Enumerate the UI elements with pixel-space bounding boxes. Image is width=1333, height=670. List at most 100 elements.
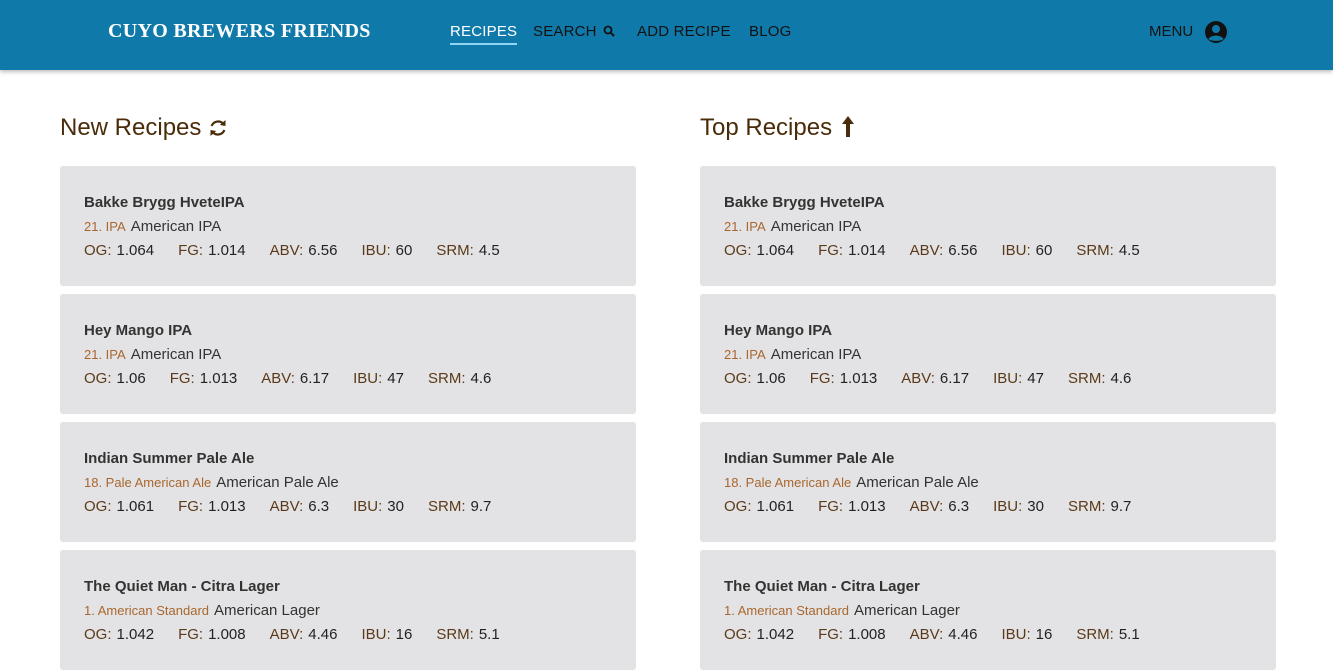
stat-value-fg: 1.014 (848, 242, 886, 259)
stat-fg: FG: 1.008 (818, 626, 886, 643)
stat-value-ibu: 16 (395, 626, 413, 643)
recipe-name[interactable]: The Quiet Man - Citra Lager (724, 578, 920, 595)
stat-value-og: 1.061 (116, 498, 155, 515)
style-code: 18. Pale American Ale (724, 475, 852, 490)
recipe-name[interactable]: Bakke Brygg HveteIPA (724, 194, 885, 211)
stat-value-ibu: 60 (395, 242, 413, 259)
stat-label-og: OG: (724, 626, 752, 643)
stat-label-srm: SRM: (427, 498, 466, 515)
stat-og: OG: 1.064 (84, 242, 154, 259)
stat-label-abv: ABV: (909, 626, 944, 643)
stat-label-ibu: IBU: (993, 498, 1023, 515)
stat-label-og: OG: (84, 498, 112, 515)
stat-value-fg: 1.013 (839, 370, 878, 387)
recipe-name[interactable]: Indian Summer Pale Ale (724, 450, 894, 467)
stat-label-og: OG: (84, 242, 112, 259)
stat-fg: FG: 1.014 (818, 242, 886, 259)
recipe-name[interactable]: Hey Mango IPA (84, 322, 192, 339)
refresh-icon[interactable] (207, 117, 229, 139)
stat-label-fg: FG: (178, 626, 204, 643)
menu-button[interactable]: MENU (1149, 23, 1193, 40)
brand-logo-link[interactable]: CUYO BREWERS FRIENDS (108, 20, 371, 43)
stat-abv: ABV: 6.3 (910, 498, 970, 515)
recipe-name[interactable]: Hey Mango IPA (724, 322, 832, 339)
stat-abv: ABV: 4.46 (910, 626, 978, 643)
recipe-style-line: 21. IPA American IPA (724, 218, 861, 235)
stat-value-abv: 4.46 (948, 626, 978, 643)
new-recipe-card[interactable]: Indian Summer Pale Ale 18. Pale American … (60, 422, 636, 542)
stat-abv: ABV: 6.56 (910, 242, 978, 259)
nav-recipes-link[interactable]: RECIPES (450, 23, 518, 45)
nav-add-recipe-link[interactable]: ADD RECIPE (637, 23, 731, 40)
stat-value-fg: 1.013 (208, 498, 246, 515)
user-avatar-icon[interactable] (1204, 20, 1228, 44)
stat-label-abv: ABV: (909, 242, 944, 259)
recipe-stats: OG: 1.042 FG: 1.008 ABV: 4.46 IBU: 16 SRM: 5.1 (84, 626, 524, 643)
stat-fg: FG: 1.013 (178, 498, 246, 515)
stat-fg: FG: 1.008 (178, 626, 246, 643)
recipe-stats: OG: 1.061 FG: 1.013 ABV: 6.3 IBU: 30 SRM: 9.7 (724, 498, 1155, 515)
style-name: American IPA (770, 218, 862, 235)
new-recipe-card[interactable]: Hey Mango IPA 21. IPA American IPA OG: 1.06 F… (60, 294, 636, 414)
stat-label-abv: ABV: (909, 498, 944, 515)
stat-srm: SRM: 9.7 (1068, 498, 1131, 515)
stat-value-ibu: 47 (387, 370, 404, 387)
recipe-stats: OG: 1.06 FG: 1.013 ABV: 6.17 IBU: 47 SRM: 4.6 (84, 370, 515, 387)
recipe-stats: OG: 1.064 FG: 1.014 ABV: 6.56 IBU: 60 SRM: 4.5 (724, 242, 1164, 259)
new-recipes-title: New Recipes (60, 114, 202, 141)
top-recipe-card[interactable]: Hey Mango IPA 21. IPA American IPA OG: 1.06 F… (700, 294, 1276, 414)
stat-srm: SRM: 9.7 (428, 498, 491, 515)
stat-value-og: 1.064 (756, 242, 795, 259)
search-icon (603, 25, 615, 37)
stat-og: OG: 1.06 (724, 370, 786, 387)
recipe-name[interactable]: The Quiet Man - Citra Lager (84, 578, 280, 595)
recipe-name[interactable]: Bakke Brygg HveteIPA (84, 194, 245, 211)
recipe-style-line: 1. American Standard American Lager (724, 602, 960, 619)
stat-label-ibu: IBU: (993, 370, 1023, 387)
top-recipe-card[interactable]: Bakke Brygg HveteIPA 21. IPA American IPA O… (700, 166, 1276, 286)
stat-value-ibu: 30 (1027, 498, 1044, 515)
recipe-style-line: 18. Pale American Ale American Pale Ale (84, 474, 339, 491)
style-name: American Lager (214, 602, 320, 619)
style-code: 1. American Standard (724, 603, 850, 618)
style-code: 21. IPA (724, 219, 766, 234)
top-recipe-card[interactable]: The Quiet Man - Citra Lager 1. American S… (700, 550, 1276, 670)
new-recipe-card[interactable]: Bakke Brygg HveteIPA 21. IPA American IPA O… (60, 166, 636, 286)
stat-ibu: IBU: 60 (361, 242, 412, 259)
stat-label-og: OG: (84, 626, 112, 643)
nav-blog-link[interactable]: BLOG (749, 23, 791, 40)
stat-fg: FG: 1.013 (810, 370, 878, 387)
top-recipe-card[interactable]: Indian Summer Pale Ale 18. Pale American … (700, 422, 1276, 542)
stat-label-ibu: IBU: (353, 498, 383, 515)
style-code: 1. American Standard (84, 603, 210, 618)
stat-srm: SRM: 4.5 (1076, 242, 1139, 259)
style-name: American IPA (130, 346, 222, 363)
stat-label-srm: SRM: (1076, 242, 1114, 259)
stat-value-srm: 4.6 (1110, 370, 1132, 387)
stat-value-srm: 5.1 (478, 626, 500, 643)
recipe-style-line: 21. IPA American IPA (84, 218, 221, 235)
stat-value-ibu: 16 (1035, 626, 1053, 643)
stat-label-srm: SRM: (427, 370, 466, 387)
recipe-stats: OG: 1.06 FG: 1.013 ABV: 6.17 IBU: 47 SRM: 4.6 (724, 370, 1155, 387)
stat-label-fg: FG: (178, 242, 204, 259)
stat-ibu: IBU: 16 (361, 626, 412, 643)
stat-og: OG: 1.042 (724, 626, 794, 643)
stat-value-abv: 6.3 (308, 498, 330, 515)
stat-value-og: 1.042 (116, 626, 155, 643)
recipe-style-line: 21. IPA American IPA (84, 346, 221, 363)
new-recipe-card[interactable]: The Quiet Man - Citra Lager 1. American S… (60, 550, 636, 670)
recipe-name[interactable]: Indian Summer Pale Ale (84, 450, 254, 467)
stat-label-fg: FG: (169, 370, 195, 387)
stat-label-og: OG: (84, 370, 112, 387)
stat-value-srm: 9.7 (470, 498, 492, 515)
style-name: American Pale Ale (216, 474, 339, 491)
nav-search-link[interactable]: SEARCH (533, 23, 615, 40)
style-code: 21. IPA (84, 347, 126, 362)
stat-value-abv: 6.56 (948, 242, 978, 259)
stat-value-ibu: 30 (387, 498, 404, 515)
stat-og: OG: 1.042 (84, 626, 154, 643)
arrow-up-icon[interactable] (840, 115, 856, 139)
stat-value-srm: 4.6 (470, 370, 492, 387)
stat-og: OG: 1.061 (84, 498, 154, 515)
